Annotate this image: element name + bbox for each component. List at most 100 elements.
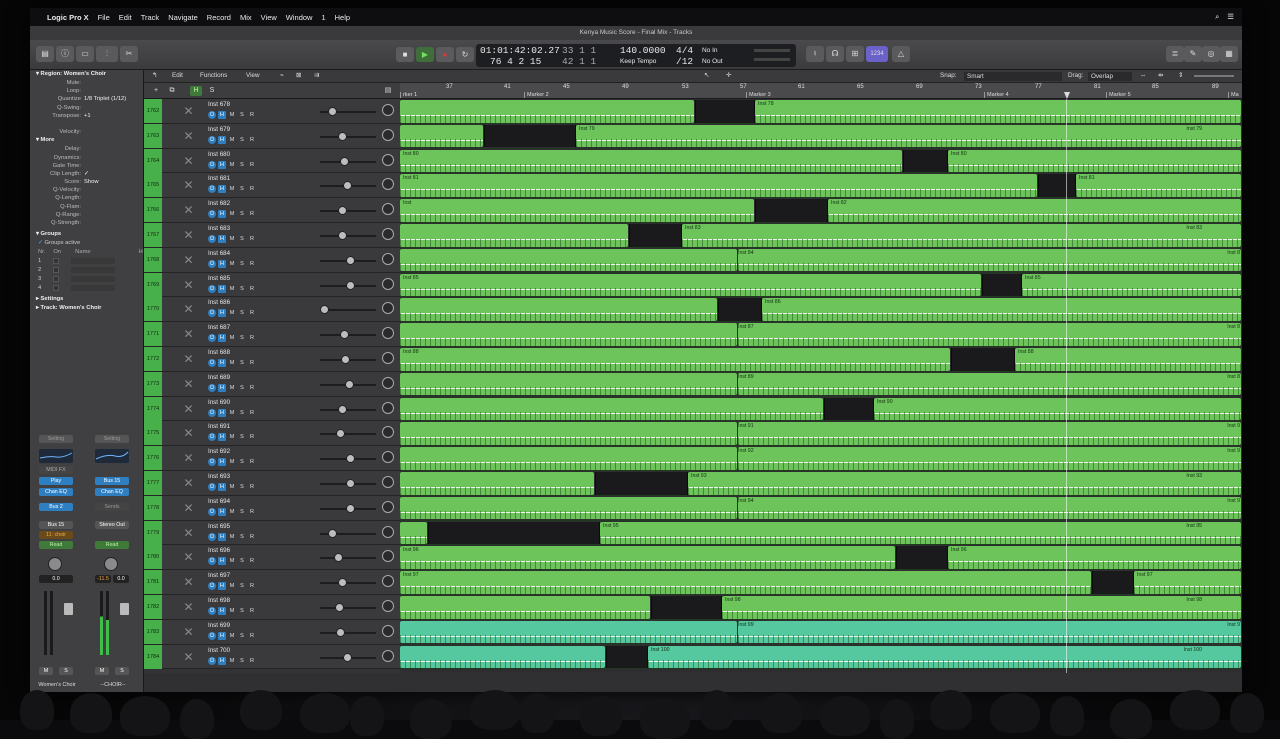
hide-track-button[interactable]: H bbox=[218, 607, 226, 615]
track-name[interactable]: Inst 680 bbox=[208, 151, 230, 158]
hide-track-button[interactable]: H bbox=[218, 185, 226, 194]
hide-track-button[interactable]: H bbox=[218, 507, 226, 516]
volume-slider-thumb[interactable] bbox=[341, 355, 350, 364]
record-enable-button[interactable]: R bbox=[248, 557, 256, 565]
midi-region[interactable]: Inst 83 bbox=[682, 224, 1241, 247]
volume-slider-track[interactable] bbox=[320, 433, 376, 436]
pan-knob[interactable] bbox=[382, 451, 394, 464]
fit-icon[interactable]: ⇹ bbox=[1158, 72, 1163, 79]
instrument-icon[interactable]: ✕ bbox=[182, 302, 195, 316]
mute-track-button[interactable]: M bbox=[228, 235, 236, 243]
solo-track-button[interactable]: S bbox=[238, 334, 246, 342]
track-header[interactable]: 1766 ✕ Inst 682 ⏻ H M S R bbox=[144, 198, 400, 223]
hide-track-button[interactable]: H bbox=[218, 160, 226, 169]
group-on-checkbox[interactable] bbox=[53, 276, 60, 283]
solo-button[interactable]: S bbox=[115, 667, 129, 675]
track-header[interactable]: 1783 ✕ Inst 699 ⏻ H M S R bbox=[144, 619, 400, 645]
record-enable-button[interactable]: R bbox=[248, 359, 256, 367]
group-row[interactable]: 4 bbox=[30, 284, 143, 293]
pencil-tool-icon[interactable]: ✛ bbox=[726, 72, 731, 79]
midi-region[interactable] bbox=[400, 323, 737, 346]
global-solo-button[interactable]: S bbox=[206, 86, 218, 96]
instrument-icon[interactable]: ✕ bbox=[182, 104, 195, 118]
menu-view[interactable]: View bbox=[261, 13, 277, 22]
lcd-display[interactable]: 01:01:42:02.27 76 4 2 15 33 1 1 42 1 1 1… bbox=[476, 44, 796, 67]
hide-track-button[interactable]: H bbox=[218, 309, 226, 318]
track-name[interactable]: Inst 697 bbox=[208, 572, 230, 579]
count-in-button[interactable]: 1234 bbox=[866, 46, 888, 62]
marker[interactable]: Marker 4 bbox=[984, 92, 1009, 98]
group-name-field[interactable] bbox=[71, 285, 116, 292]
midi-region[interactable]: Inst 79 bbox=[576, 124, 1241, 148]
region-row[interactable] bbox=[30, 120, 143, 128]
record-enable-button[interactable]: R bbox=[248, 111, 256, 119]
power-button[interactable]: ⏻ bbox=[208, 359, 216, 367]
marker[interactable]: Ma bbox=[1228, 92, 1239, 98]
pan-knob[interactable] bbox=[382, 352, 394, 364]
region-row[interactable]: Velocity: bbox=[30, 128, 143, 136]
midi-region[interactable] bbox=[400, 100, 694, 123]
groups-active-checkbox[interactable]: ✓ bbox=[38, 240, 43, 246]
power-button[interactable]: ⏻ bbox=[208, 383, 216, 392]
power-button[interactable]: ⏻ bbox=[208, 631, 216, 640]
power-button[interactable]: ⏻ bbox=[208, 185, 216, 194]
midi-region[interactable]: Inst 88 bbox=[1015, 348, 1241, 371]
inspector-icon[interactable]: ⓘ bbox=[56, 46, 74, 62]
track-name[interactable]: Inst 684 bbox=[208, 250, 230, 257]
volume-slider-track[interactable] bbox=[320, 607, 376, 609]
pan-knob[interactable] bbox=[382, 302, 394, 315]
menu-file[interactable]: File bbox=[98, 13, 110, 22]
power-button[interactable]: ⏻ bbox=[208, 433, 216, 442]
volume-slider-track[interactable] bbox=[320, 582, 376, 585]
mute-track-button[interactable]: M bbox=[228, 433, 236, 441]
search-icon[interactable]: ⌕ bbox=[1215, 12, 1219, 22]
count-in-icon[interactable]: ⊞ bbox=[846, 46, 864, 62]
sends-slot[interactable]: Sends bbox=[95, 503, 129, 511]
track-name[interactable]: Inst 679 bbox=[208, 126, 230, 133]
region-row[interactable]: Mute: bbox=[30, 79, 143, 87]
solo-track-button[interactable]: S bbox=[238, 235, 246, 243]
solo-track-button[interactable]: S bbox=[238, 483, 246, 491]
volume-slider-track[interactable] bbox=[320, 557, 376, 560]
track-name[interactable]: Inst 699 bbox=[208, 622, 230, 629]
mute-track-button[interactable]: M bbox=[228, 508, 236, 516]
volume-fader[interactable] bbox=[64, 603, 73, 615]
volume-slider-thumb[interactable] bbox=[340, 156, 349, 166]
track-header[interactable]: 1773 ✕ Inst 689 ⏻ H M S R bbox=[144, 371, 400, 397]
track-name[interactable]: Inst 685 bbox=[208, 275, 230, 282]
marker[interactable]: rker 1 bbox=[400, 92, 417, 98]
volume-slider-thumb[interactable] bbox=[346, 479, 355, 488]
volume-slider-thumb[interactable] bbox=[343, 652, 352, 662]
audio-fx-slot[interactable]: Chan EQ bbox=[39, 488, 73, 496]
more-row[interactable]: Gate Time: bbox=[30, 162, 143, 170]
record-enable-button[interactable]: R bbox=[248, 508, 256, 516]
midi-region[interactable] bbox=[400, 248, 737, 272]
track-lane[interactable]: Inst 79 Inst 79 bbox=[400, 124, 1242, 149]
track-name[interactable]: Inst 688 bbox=[208, 349, 230, 356]
power-button[interactable]: ⏻ bbox=[208, 656, 216, 665]
region-row[interactable]: Q-Swing: bbox=[30, 104, 143, 112]
mute-track-button[interactable]: M bbox=[228, 285, 236, 293]
solo-track-button[interactable]: S bbox=[238, 359, 246, 367]
mute-track-button[interactable]: M bbox=[228, 111, 236, 119]
hide-track-button[interactable]: H bbox=[218, 359, 226, 367]
volume-slider-thumb[interactable] bbox=[338, 131, 347, 141]
track-lane[interactable]: Inst 94 Inst 9 bbox=[400, 496, 1242, 521]
record-button[interactable]: ● bbox=[436, 47, 454, 62]
mute-track-button[interactable]: M bbox=[228, 657, 236, 665]
mute-track-button[interactable]: M bbox=[228, 557, 236, 565]
pointer-tool-icon[interactable]: ↖ bbox=[704, 72, 709, 79]
track-lane[interactable]: Inst 89 Inst 8 bbox=[400, 372, 1242, 397]
group-on-checkbox[interactable] bbox=[53, 258, 60, 265]
midi-region[interactable]: Inst 100 bbox=[648, 645, 1241, 669]
instrument-icon[interactable]: ✕ bbox=[182, 154, 195, 168]
track-name[interactable]: Inst 695 bbox=[208, 523, 230, 530]
playhead-handle[interactable] bbox=[1064, 92, 1070, 99]
midi-region[interactable]: Inst 81 bbox=[1076, 174, 1241, 197]
track-lane[interactable]: Inst 78 bbox=[400, 99, 1242, 124]
midi-region[interactable]: Inst 98 bbox=[722, 596, 1241, 619]
volume-slider-thumb[interactable] bbox=[338, 231, 347, 240]
catch-icon[interactable]: ⇉ bbox=[314, 72, 319, 79]
hide-track-button[interactable]: H bbox=[218, 259, 226, 268]
record-enable-button[interactable]: R bbox=[248, 458, 256, 466]
